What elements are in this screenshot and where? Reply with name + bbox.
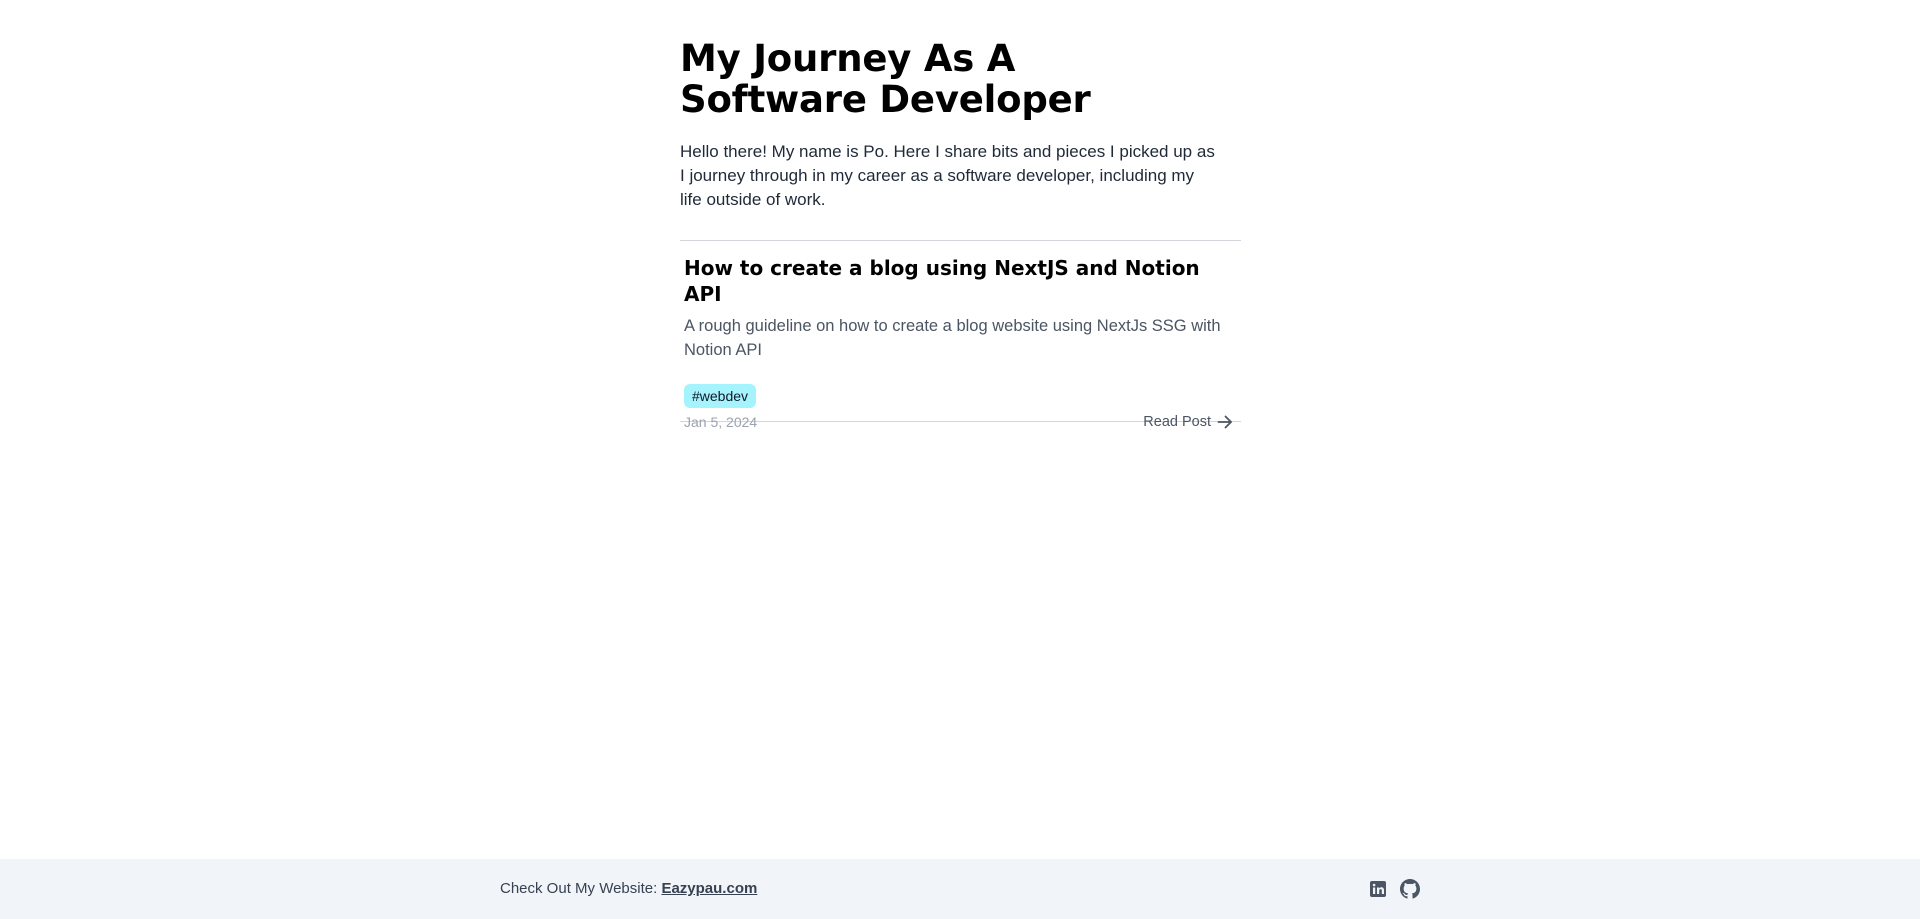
main-content: My Journey As A Software Developer Hello… <box>680 37 1241 430</box>
post-title[interactable]: How to create a blog using NextJS and No… <box>684 255 1237 307</box>
page-title: My Journey As A Software Developer <box>680 37 1091 121</box>
page: My Journey As A Software Developer Hello… <box>0 0 1920 919</box>
arrow-right-icon <box>1217 415 1233 429</box>
post-date: Jan 5, 2024 <box>684 414 758 430</box>
post-description: A rough guideline on how to create a blo… <box>684 317 1221 359</box>
website-link[interactable]: Eazypau.com <box>661 880 757 897</box>
intro-text: Hello there! My name is Po. Here I share… <box>680 142 1215 209</box>
post-card: How to create a blog using NextJS and No… <box>680 241 1241 430</box>
linkedin-icon[interactable] <box>1368 879 1388 899</box>
github-icon[interactable] <box>1400 879 1420 899</box>
post-meta: Jan 5, 2024 Read Post <box>684 414 1237 430</box>
footer: Check Out My Website: Eazypau.com <box>0 859 1920 919</box>
social-links <box>1368 879 1420 899</box>
tag-webdev[interactable]: #webdev <box>684 384 757 408</box>
read-post-label: Read Post <box>1143 414 1211 430</box>
read-post-link[interactable]: Read Post <box>1143 414 1233 430</box>
footer-prefix: Check Out My Website: <box>500 880 662 897</box>
footer-text: Check Out My Website: Eazypau.com <box>500 879 757 899</box>
post-tags: #webdev <box>684 384 1237 408</box>
